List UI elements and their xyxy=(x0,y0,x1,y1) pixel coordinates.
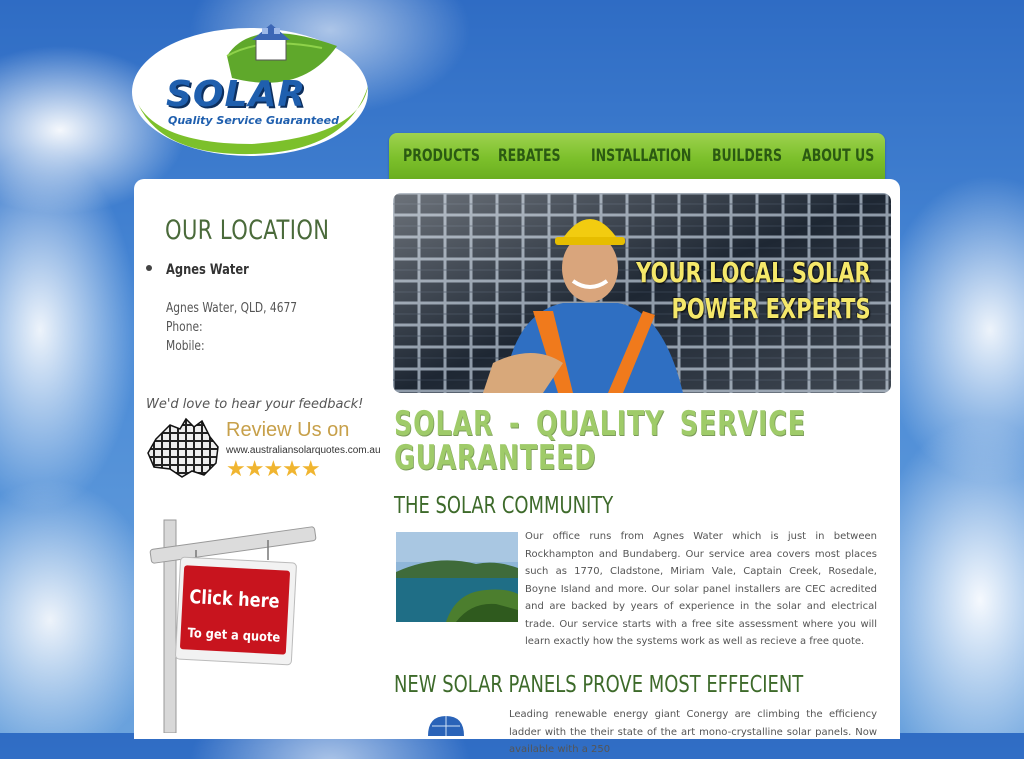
main-nav: PRODUCTS REBATES INSTALLATION BUILDERS A… xyxy=(389,133,885,179)
location-address: Agnes Water, QLD, 4677 xyxy=(166,301,298,316)
solar-panel-thumbnail xyxy=(418,712,474,736)
hero-banner: YOUR LOCAL SOLAR POWER EXPERTS xyxy=(393,193,891,393)
australia-map-icon xyxy=(147,417,219,478)
nav-about-us[interactable]: ABOUT US xyxy=(802,146,874,166)
page-title-line1: SOLAR - QUALITY SERVICE xyxy=(394,404,806,444)
quote-sign-line1: Click here xyxy=(188,586,281,613)
feedback-text: We'd love to hear your feedback! xyxy=(146,397,364,412)
panels-paragraph: Leading renewable energy giant Conergy a… xyxy=(509,709,877,755)
location-title: OUR LOCATION xyxy=(165,215,330,246)
phone-label: Phone: xyxy=(166,320,203,335)
review-heading: Review Us on xyxy=(226,419,350,441)
bullet xyxy=(146,265,152,271)
get-quote-sign[interactable]: Click here To get a quote xyxy=(146,510,326,733)
logo-brand-text: SOLAR xyxy=(166,74,307,115)
hero-line2: POWER EXPERTS xyxy=(671,292,871,325)
rating-stars: ★★★★★ xyxy=(226,457,321,482)
hero-slogan: YOUR LOCAL SOLAR POWER EXPERTS xyxy=(637,255,871,327)
mobile-label: Mobile: xyxy=(166,339,205,354)
nav-rebates[interactable]: REBATES xyxy=(498,146,561,166)
nav-products[interactable]: PRODUCTS xyxy=(403,146,480,166)
hero-line1: YOUR LOCAL SOLAR xyxy=(636,256,871,289)
logo-tagline: Quality Service Guaranteed xyxy=(168,114,339,127)
coastline-image xyxy=(396,532,518,622)
location-name: Agnes Water xyxy=(166,262,249,278)
section-heading-community: THE SOLAR COMMUNITY xyxy=(394,493,614,519)
review-url: www.australiansolarquotes.com.au xyxy=(226,445,381,456)
section-heading-panels: NEW SOLAR PANELS PROVE MOST EFFECIENT xyxy=(394,672,804,698)
community-paragraph: Our office runs from Agnes Water which i… xyxy=(525,531,877,647)
nav-installation[interactable]: INSTALLATION xyxy=(591,146,691,166)
review-us-banner[interactable]: Review Us on www.australiansolarquotes.c… xyxy=(146,417,381,487)
page-title: SOLAR - QUALITY SERVICE GUARANTEED xyxy=(394,404,806,478)
page-title-line2: GUARANTEED xyxy=(394,438,597,478)
nav-builders[interactable]: BUILDERS xyxy=(712,146,782,166)
solar-logo[interactable]: SOLAR Quality Service Guaranteed xyxy=(132,16,372,158)
